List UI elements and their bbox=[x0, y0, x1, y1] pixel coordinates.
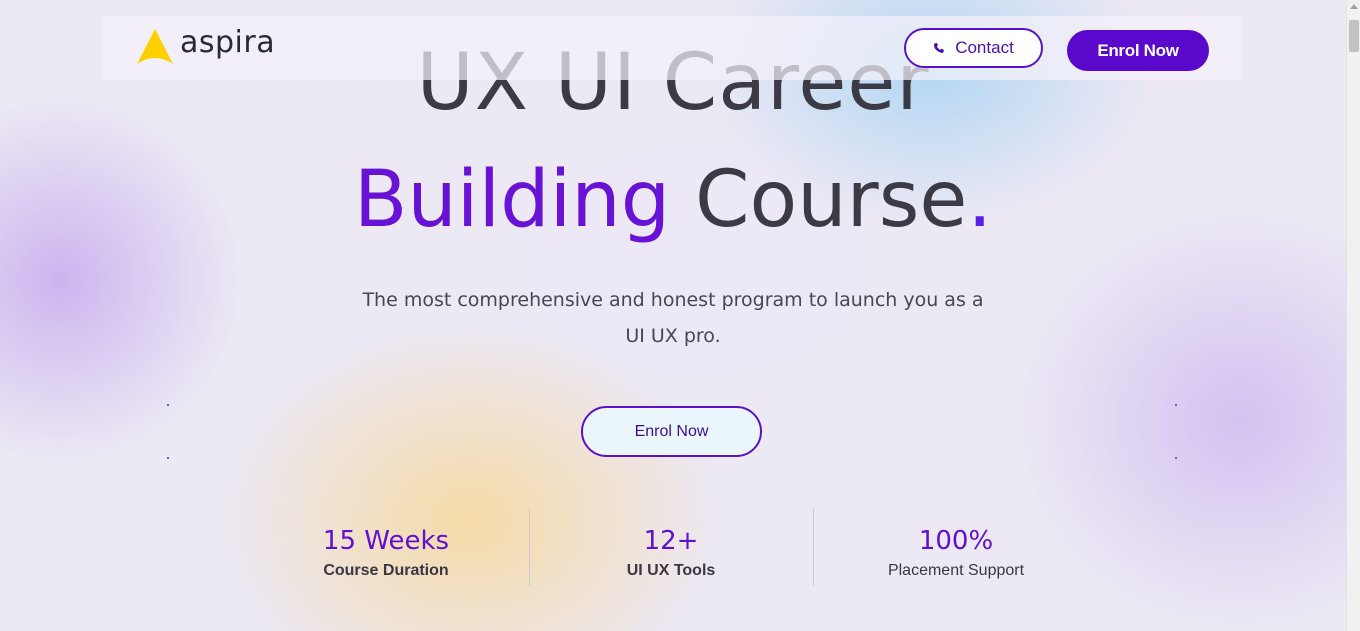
brand-logo[interactable]: aspira bbox=[134, 24, 276, 69]
contact-button-label: Contact bbox=[955, 38, 1014, 57]
sparkle-dot bbox=[1175, 457, 1177, 459]
stat-course-duration: 15 Weeks Course Duration bbox=[244, 520, 528, 580]
logo-mark-icon bbox=[137, 29, 173, 64]
sparkle-dot bbox=[1175, 404, 1177, 406]
hero-title-line2: Building Course. bbox=[0, 145, 1346, 255]
hero-title-dot: . bbox=[967, 155, 993, 245]
stat-label: UI UX Tools bbox=[626, 562, 716, 579]
stat-tools: 12+ UI UX Tools bbox=[529, 520, 813, 580]
enrol-now-hero-button[interactable]: Enrol Now bbox=[581, 406, 762, 457]
stat-label: Course Duration bbox=[323, 562, 449, 579]
vertical-scrollbar[interactable] bbox=[1346, 0, 1360, 631]
sparkle-dot bbox=[167, 457, 169, 459]
hero-title-accent: Building bbox=[353, 155, 671, 245]
stat-label: Placement Support bbox=[887, 562, 1025, 579]
brand-name: aspira bbox=[180, 24, 276, 60]
hero-title-rest: Course bbox=[670, 155, 968, 245]
stat-value: 100% bbox=[918, 526, 994, 556]
phone-icon bbox=[934, 43, 945, 53]
stat-value: 12+ bbox=[643, 526, 699, 556]
top-navigation-bar: aspira Contact Enrol Now bbox=[102, 16, 1242, 80]
scroll-up-arrow-icon[interactable] bbox=[1350, 4, 1358, 9]
stat-placement: 100% Placement Support bbox=[814, 520, 1098, 580]
scrollbar-thumb[interactable] bbox=[1349, 20, 1359, 52]
enrol-now-header-button[interactable]: Enrol Now bbox=[1067, 30, 1209, 71]
hero-subtitle-line2: UI UX pro. bbox=[625, 325, 721, 347]
sparkle-dot bbox=[167, 404, 169, 406]
hero-subtitle: The most comprehensive and honest progra… bbox=[333, 282, 1013, 354]
contact-button[interactable]: Contact bbox=[904, 28, 1043, 68]
hero-subtitle-line1: The most comprehensive and honest progra… bbox=[362, 289, 984, 311]
stat-value: 15 Weeks bbox=[322, 526, 450, 556]
